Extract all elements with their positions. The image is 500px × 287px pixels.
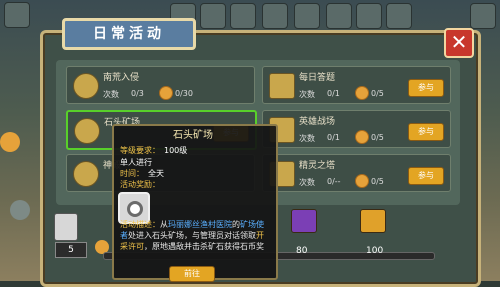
- activity-name: 南荒入侵: [103, 73, 140, 83]
- progress-current: 5: [55, 242, 87, 258]
- activity-card: 每日答题 次数 0/1 0/5 参与: [262, 66, 451, 104]
- dice-icon: [54, 213, 78, 241]
- desc-text-b: 的: [232, 220, 240, 229]
- time-label: 时间：: [120, 169, 144, 178]
- activity-icon: [73, 161, 99, 187]
- flame-icon: [355, 130, 369, 144]
- count-value: 0/1: [327, 89, 340, 98]
- count-label: 次数: [299, 178, 315, 187]
- desc-text-c: 处进入石头矿场，与管理员对话领取: [128, 231, 256, 240]
- join-button[interactable]: 参与: [408, 79, 444, 97]
- chest-icon[interactable]: [291, 209, 317, 233]
- desc-label: 活动描述：: [120, 220, 160, 229]
- count-value: 0/1: [327, 133, 340, 142]
- time-value: 全天: [148, 169, 164, 178]
- reward-label: 活动奖励：: [120, 180, 160, 189]
- desc-text-d: ，原地遇敌并击杀矿石获得石币奖: [144, 242, 264, 251]
- activity-name: 英雄战场: [299, 117, 336, 127]
- join-button[interactable]: 参与: [408, 167, 444, 185]
- go-button[interactable]: 前往: [169, 266, 215, 282]
- reward-value: 0/30: [175, 89, 193, 98]
- menu-icon-7[interactable]: [356, 3, 382, 29]
- menu-icon-8[interactable]: [386, 3, 412, 29]
- menu-icon-2[interactable]: [200, 3, 226, 29]
- ring-icon: [127, 201, 143, 217]
- popup-description: 活动描述：从玛丽娜丝渔村医院的矿场使者处进入石头矿场，与管理员对话领取开采许可，…: [120, 219, 270, 252]
- reward-value: 0/5: [371, 177, 384, 186]
- level-req-label: 等级要求：: [120, 146, 160, 155]
- close-button[interactable]: ✕: [444, 28, 474, 58]
- milestone-label: 100: [366, 246, 384, 256]
- count-label: 次数: [299, 134, 315, 143]
- popup-title: 石头矿场: [173, 130, 213, 141]
- menu-icon-4[interactable]: [262, 3, 288, 29]
- player-avatar[interactable]: [4, 2, 30, 28]
- activity-icon: [269, 73, 295, 99]
- activity-name: 精灵之塔: [299, 161, 336, 171]
- activity-card: 英雄战场 次数 0/1 0/5 参与: [262, 110, 451, 148]
- desc-text-a: 从: [160, 220, 168, 229]
- side-flame-icon[interactable]: [0, 132, 20, 152]
- activity-name: 每日答题: [299, 73, 336, 83]
- reward-value: 0/5: [371, 89, 384, 98]
- side-chat-icon[interactable]: [10, 200, 30, 220]
- activity-card: 南荒入侵 次数 0/3 0/30: [66, 66, 255, 104]
- count-value: 0/--: [327, 177, 341, 186]
- menu-icon-9[interactable]: [470, 3, 496, 29]
- chest-icon[interactable]: [360, 209, 386, 233]
- count-label: 次数: [103, 90, 119, 99]
- flame-icon: [355, 174, 369, 188]
- menu-icon-5[interactable]: [294, 3, 320, 29]
- activity-card: 精灵之塔 次数 0/-- 0/5 参与: [262, 154, 451, 192]
- activity-icon: [73, 73, 99, 99]
- count-value: 0/3: [131, 89, 144, 98]
- panel-title: 日常活动: [62, 18, 196, 50]
- mode-text: 单人进行: [120, 158, 152, 167]
- menu-icon-3[interactable]: [230, 3, 256, 29]
- milestone-label: 80: [296, 246, 308, 256]
- flame-icon: [355, 86, 369, 100]
- level-req-value: 100级: [164, 146, 188, 155]
- reward-value: 0/5: [371, 133, 384, 142]
- desc-place-1: 玛丽娜丝渔村医院: [168, 220, 232, 229]
- flame-icon: [159, 86, 173, 100]
- activity-icon: [74, 118, 100, 144]
- join-button[interactable]: 参与: [408, 123, 444, 141]
- menu-icon-6[interactable]: [326, 3, 352, 29]
- count-label: 次数: [299, 90, 315, 99]
